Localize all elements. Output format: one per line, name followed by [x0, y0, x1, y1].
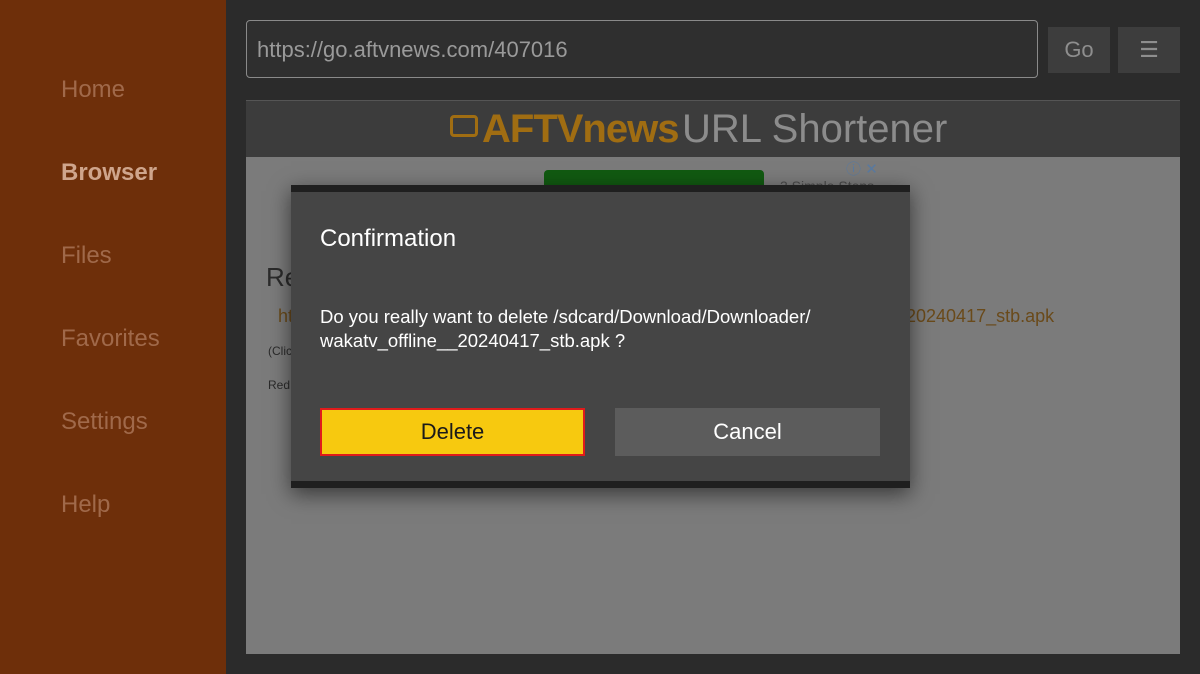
dialog-title: Confirmation	[320, 225, 457, 252]
page-note: (Clic	[268, 344, 292, 358]
go-button[interactable]: Go	[1048, 27, 1110, 73]
sidebar-item-files[interactable]: Files	[61, 242, 112, 270]
sidebar-item-settings[interactable]: Settings	[61, 408, 148, 436]
url-input[interactable]: https://go.aftvnews.com/407016	[246, 20, 1038, 78]
cancel-button[interactable]: Cancel	[615, 408, 880, 456]
sidebar-item-favorites[interactable]: Favorites	[61, 325, 160, 353]
delete-button[interactable]: Delete	[320, 408, 585, 456]
sidebar-item-browser[interactable]: Browser	[61, 159, 157, 187]
site-logo-title: URL Shortener	[682, 107, 948, 151]
sidebar-item-home[interactable]: Home	[61, 76, 125, 104]
hamburger-icon: ☰	[1139, 37, 1159, 62]
site-header: AFTVnews URL Shortener	[246, 100, 1180, 157]
dialog-message-line: Do you really want to delete /sdcard/Dow…	[320, 306, 811, 327]
download-link-tail[interactable]: 20240417_stb.apk	[906, 306, 1054, 327]
ad-controls: ⓘ ✕	[846, 158, 878, 179]
ad-info-icon[interactable]: ⓘ	[846, 161, 861, 178]
dialog-message: Do you really want to delete /sdcard/Dow…	[320, 305, 880, 353]
ad-close-icon[interactable]: ✕	[865, 161, 878, 178]
tv-logo-icon	[450, 115, 478, 137]
site-logo-brand: AFTVnews	[482, 107, 679, 151]
sidebar-item-help[interactable]: Help	[61, 491, 110, 519]
page-note-redirect: Red	[268, 378, 291, 392]
confirmation-dialog: Confirmation Do you really want to delet…	[291, 185, 910, 488]
menu-button[interactable]: ☰	[1118, 27, 1180, 73]
sidebar: Home Browser Files Favorites Settings He…	[0, 0, 226, 674]
dialog-message-line: wakatv_offline__20240417_stb.apk ?	[320, 330, 626, 351]
